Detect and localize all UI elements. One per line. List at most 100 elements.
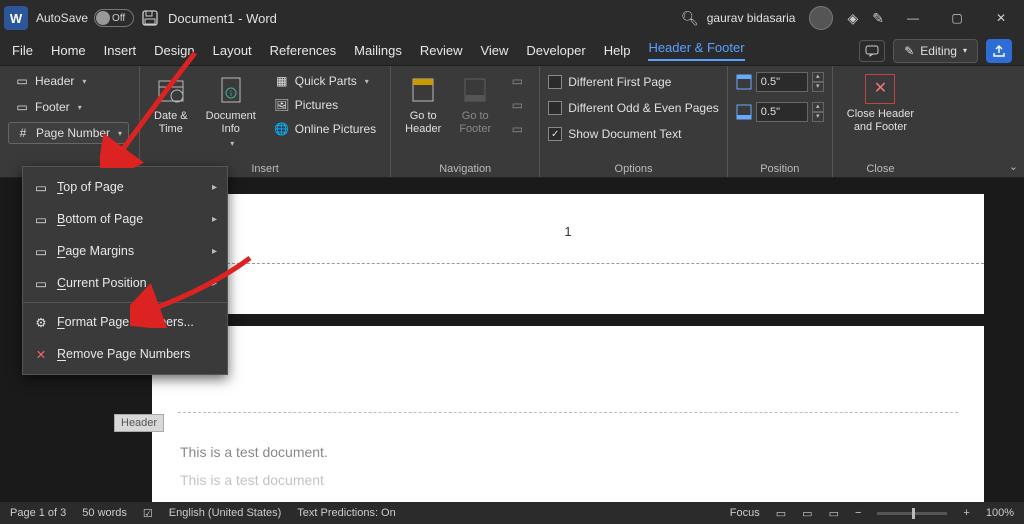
view-print-icon[interactable]: ▭ <box>802 507 812 520</box>
tab-insert[interactable]: Insert <box>104 43 137 58</box>
user-name: gaurav bidasaria <box>707 11 796 25</box>
status-language[interactable]: English (United States) <box>169 507 282 519</box>
body-line-1: This is a test document. <box>152 438 984 466</box>
tab-developer[interactable]: Developer <box>526 43 585 58</box>
comments-icon[interactable] <box>859 40 885 62</box>
status-bar: Page 1 of 3 50 words ☑ English (United S… <box>0 502 1024 524</box>
pictures-icon: 🖼 <box>274 97 290 113</box>
tab-layout[interactable]: Layout <box>213 43 252 58</box>
tab-review[interactable]: Review <box>420 43 463 58</box>
tab-home[interactable]: Home <box>51 43 86 58</box>
spellcheck-icon[interactable]: ☑ <box>143 507 153 520</box>
footer-position-icon <box>736 104 752 120</box>
tab-design[interactable]: Design <box>154 43 194 58</box>
format-icon: ⚙ <box>33 314 49 330</box>
page-2: Header This is a test document. This is … <box>152 326 984 502</box>
autosave-label: AutoSave <box>36 11 88 25</box>
header-from-top-input[interactable]: ▴▾ <box>736 70 824 94</box>
focus-mode-button[interactable]: Focus <box>730 507 760 519</box>
page-bottom-icon: ▭ <box>33 211 49 227</box>
online-pictures-button[interactable]: 🌐Online Pictures <box>268 118 382 140</box>
document-info-button[interactable]: i Document Info <box>200 70 262 152</box>
dd-format-page-numbers[interactable]: ⚙Format Page Numbers... <box>23 306 227 338</box>
tab-references[interactable]: References <box>270 43 336 58</box>
tab-mailings[interactable]: Mailings <box>354 43 402 58</box>
avatar[interactable] <box>809 6 833 30</box>
zoom-in-button[interactable]: + <box>963 507 969 519</box>
close-header-footer-button[interactable]: ✕ Close Header and Footer <box>841 70 920 137</box>
header-position-icon <box>736 74 752 90</box>
calendar-icon <box>155 74 187 106</box>
dd-remove-page-numbers[interactable]: ✕Remove Page Numbers <box>23 338 227 370</box>
zoom-slider[interactable] <box>877 512 947 515</box>
word-logo-icon: W <box>4 6 28 30</box>
header-top-value[interactable] <box>756 72 808 92</box>
footer-bottom-value[interactable] <box>756 102 808 122</box>
diamond-icon[interactable]: ◈ <box>847 10 858 27</box>
page-number-dropdown: ▭TTop of Pageop of Page▸ ▭Bottom of Page… <box>22 166 228 375</box>
status-predictions[interactable]: Text Predictions: On <box>297 507 395 519</box>
page-top-icon: ▭ <box>33 179 49 195</box>
status-page[interactable]: Page 1 of 3 <box>10 507 66 519</box>
header-zone-label: Header <box>114 414 164 432</box>
brush-icon[interactable]: ✎ <box>872 10 884 27</box>
close-button[interactable]: ✕ <box>986 3 1016 33</box>
different-first-page-checkbox[interactable]: Different First Page <box>548 70 719 94</box>
current-position-icon: ▭ <box>33 275 49 291</box>
footer-button[interactable]: ▭Footer <box>8 96 129 118</box>
show-document-text-checkbox[interactable]: ✓Show Document Text <box>548 122 719 146</box>
dd-top-of-page[interactable]: ▭TTop of Pageop of Page▸ <box>23 171 227 203</box>
page-number-button[interactable]: #Page Number <box>8 122 129 144</box>
autosave-toggle[interactable]: AutoSave Off <box>36 9 134 27</box>
collapse-ribbon-icon[interactable]: ⌄ <box>1009 160 1018 173</box>
ribbon-group-navigation: Go to Header Go to Footer ▭ ▭ ▭ Navigati… <box>391 66 540 177</box>
tab-view[interactable]: View <box>480 43 508 58</box>
goto-footer-button: Go to Footer <box>453 70 497 139</box>
document-info-icon: i <box>215 74 247 106</box>
editing-mode-button[interactable]: ✎ Editing ▾ <box>893 39 978 63</box>
header-button[interactable]: ▭Header <box>8 70 129 92</box>
view-web-icon[interactable]: ▭ <box>829 507 839 520</box>
tab-help[interactable]: Help <box>604 43 631 58</box>
view-read-icon[interactable]: ▭ <box>776 507 786 520</box>
page-number-display: 1 <box>152 194 984 239</box>
ribbon-group-insert: Date & Time i Document Info ▦Quick Parts… <box>140 66 391 177</box>
ribbon-group-position: ▴▾ ▴▾ Position <box>728 66 833 177</box>
minimize-button[interactable]: — <box>898 3 928 33</box>
different-odd-even-checkbox[interactable]: Different Odd & Even Pages <box>548 96 719 120</box>
page-icon: ▭ <box>14 73 30 89</box>
quick-parts-icon: ▦ <box>274 73 290 89</box>
body-line-2: This is a test document <box>152 466 984 494</box>
page-1: 1 <box>152 194 984 314</box>
quick-parts-button[interactable]: ▦Quick Parts <box>268 70 382 92</box>
date-time-button[interactable]: Date & Time <box>148 70 194 139</box>
title-bar: W AutoSave Off Document1 - Word 🔍︎ gaura… <box>0 0 1024 36</box>
page-number-icon: # <box>15 125 31 141</box>
ribbon-group-options: Different First Page Different Odd & Eve… <box>540 66 728 177</box>
pictures-button[interactable]: 🖼Pictures <box>268 94 382 116</box>
footer-from-bottom-input[interactable]: ▴▾ <box>736 100 824 124</box>
dd-bottom-of-page[interactable]: ▭Bottom of Page▸ <box>23 203 227 235</box>
toggle-switch[interactable]: Off <box>94 9 134 27</box>
document-title: Document1 - Word <box>168 11 277 26</box>
goto-header-icon <box>407 74 439 106</box>
goto-header-button[interactable]: Go to Header <box>399 70 447 139</box>
page-margins-icon: ▭ <box>33 243 49 259</box>
tab-header-footer[interactable]: Header & Footer <box>648 40 744 61</box>
zoom-out-button[interactable]: − <box>855 507 861 519</box>
svg-text:i: i <box>230 89 232 98</box>
close-x-icon: ✕ <box>865 74 895 104</box>
zoom-level[interactable]: 100% <box>986 507 1014 519</box>
pencil-icon: ✎ <box>904 44 914 58</box>
maximize-button[interactable]: ▢ <box>942 3 972 33</box>
ribbon-group-close: ✕ Close Header and Footer Close <box>833 66 928 177</box>
next-button: ▭ <box>503 94 531 116</box>
online-pictures-icon: 🌐 <box>274 121 290 137</box>
dd-page-margins[interactable]: ▭Page Margins▸ <box>23 235 227 267</box>
status-words[interactable]: 50 words <box>82 507 127 519</box>
dd-current-position[interactable]: ▭Current Position▸ <box>23 267 227 299</box>
save-icon[interactable] <box>142 10 158 26</box>
search-icon[interactable]: 🔍︎ <box>681 10 699 27</box>
share-button[interactable] <box>986 39 1012 63</box>
tab-file[interactable]: File <box>12 43 33 58</box>
